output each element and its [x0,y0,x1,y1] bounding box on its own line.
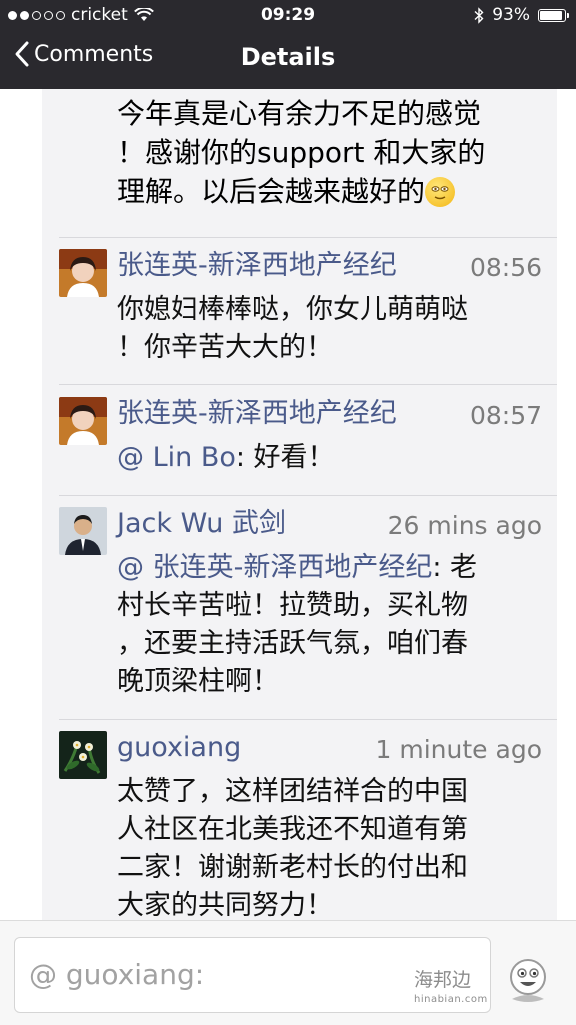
comment-line: 人社区在北美我还不知道有第 [117,814,468,845]
top-comment-line: ！感谢你的support 和大家的 [117,136,486,169]
top-comment-text: 今年真是心有余力不足的感觉 ！感谢你的support 和大家的 理解。以后会越来… [117,94,537,211]
divider [59,237,557,238]
nav-bar: Comments Details [0,30,576,89]
divider [59,495,557,496]
comment-line: ！你辛苦大大的！ [117,332,333,363]
comment-line: 村长辛苦啦！拉赞助，买礼物 [117,590,468,621]
avatar[interactable] [59,731,107,779]
comment-line: 大家的共同努力！ [117,890,333,920]
smiley-emoji-icon [425,177,456,207]
mention-link[interactable]: @ Lin Bo [117,442,236,473]
comment-line: 二家！谢谢新老村长的付出和 [117,852,468,883]
page-title: Details [240,43,336,71]
watermark-logo: 海邦边 hinabian.com [414,969,488,1005]
emoji-button[interactable] [500,953,556,1009]
comment-text: 太赞了，这样团结祥合的中国 人社区在北美我还不知道有第 二家！谢谢新老村长的付出… [117,773,547,920]
bluetooth-icon [474,6,484,24]
comment-line: 太赞了，这样团结祥合的中国 [117,776,468,807]
divider [59,384,557,385]
comment-time: 26 mins ago [387,511,542,540]
top-comment-line: 理解。以后会越来越好的 [117,172,537,211]
comment-text: 你媳妇棒棒哒，你女儿萌萌哒 ！你辛苦大大的！ [117,291,547,367]
comment-author[interactable]: Jack Wu 武剑 [117,507,286,541]
comment-input-bar: @ guoxiang: [0,920,576,1025]
mention-link[interactable]: @ 张连英-新泽西地产经纪 [117,552,432,583]
comment-text: @ Lin Bo: 好看！ [117,439,547,477]
status-bar: cricket 09:29 93% [0,0,576,30]
comment-time: 08:57 [469,401,542,430]
battery-percent: 93% [492,5,530,25]
comment-time: 1 minute ago [375,735,542,764]
comment-list: 今年真是心有余力不足的感觉 ！感谢你的support 和大家的 理解。以后会越来… [42,89,557,920]
comment-line: @ 张连英-新泽西地产经纪: 老 [117,552,478,583]
comment-author[interactable]: 张连英-新泽西地产经纪 [117,249,397,283]
divider [59,719,557,720]
battery-icon [538,8,569,22]
comments-area[interactable]: 今年真是心有余力不足的感觉 ！感谢你的support 和大家的 理解。以后会越来… [0,89,576,920]
comment-author[interactable]: guoxiang [117,731,241,765]
comment-time: 08:56 [469,253,542,282]
comment-text: @ 张连英-新泽西地产经纪: 老 村长辛苦啦！拉赞助，买礼物 ，还要主持活跃气氛… [117,549,547,701]
comment-line: @ Lin Bo: 好看！ [117,442,335,473]
avatar[interactable] [59,397,107,445]
emoji-face-icon [510,959,546,1002]
avatar[interactable] [59,507,107,555]
comment-line: 晚顶梁柱啊！ [117,666,279,697]
comment-line: ，还要主持活跃气氛，咱们春 [117,628,468,659]
top-comment-line: 今年真是心有余力不足的感觉 [117,97,482,130]
comment-author[interactable]: 张连英-新泽西地产经纪 [117,397,397,431]
status-right: 93% [474,5,569,25]
avatar[interactable] [59,249,107,297]
comment-line: 你媳妇棒棒哒，你女儿萌萌哒 [117,294,468,325]
